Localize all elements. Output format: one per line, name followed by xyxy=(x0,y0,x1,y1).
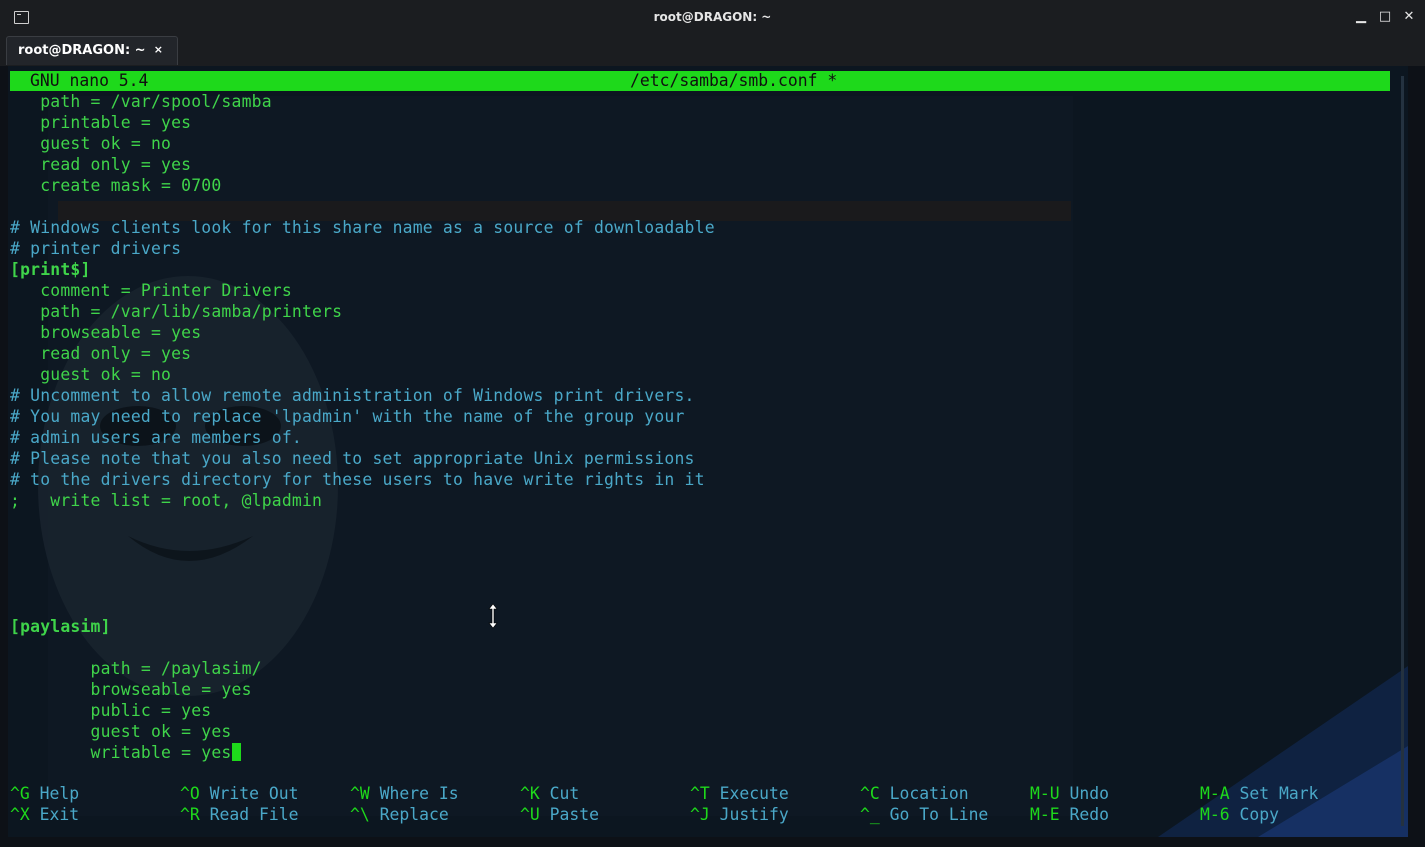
shortcut-key: ^_ xyxy=(860,805,880,824)
maximize-button[interactable]: □ xyxy=(1376,8,1394,26)
tab-strip: root@DRAGON: ~ × xyxy=(0,36,1425,66)
shortcut-set-mark[interactable]: M-A Set Mark xyxy=(1200,783,1318,804)
terminal-viewport[interactable]: GNU nano 5.4 /etc/samba/smb.conf * path … xyxy=(8,66,1408,837)
shortcut-where-is[interactable]: ^W Where Is xyxy=(350,783,459,804)
shortcut-label: Set Mark xyxy=(1239,784,1319,803)
shortcut-label: Justify xyxy=(719,805,789,824)
shortcut-label: Paste xyxy=(549,805,599,824)
shortcut-label: Write Out xyxy=(209,784,299,803)
shortcut-key: ^T xyxy=(690,784,710,803)
shortcut-label: Undo xyxy=(1069,784,1109,803)
nano-version: GNU nano 5.4 xyxy=(30,71,149,90)
editor-line[interactable]: guest ok = yes xyxy=(10,721,232,742)
shortcut-label: Read File xyxy=(209,805,299,824)
editor-line[interactable]: ; write list = root, @lpadmin xyxy=(10,490,322,511)
shortcut-key: ^W xyxy=(350,784,370,803)
shortcut-key: M-6 xyxy=(1200,805,1230,824)
shortcut-copy[interactable]: M-6 Copy xyxy=(1200,804,1279,825)
shortcut-key: ^X xyxy=(10,805,30,824)
shortcut-location[interactable]: ^C Location xyxy=(860,783,969,804)
close-window-button[interactable]: ✕ xyxy=(1400,8,1418,26)
editor-line[interactable]: guest ok = no xyxy=(10,364,171,385)
shortcut-label: Help xyxy=(39,784,80,803)
shortcut-key: M-U xyxy=(1030,784,1060,803)
editor-line[interactable]: browseable = yes xyxy=(10,679,252,700)
shortcut-read-file[interactable]: ^R Read File xyxy=(180,804,298,825)
tab-root-dragon[interactable]: root@DRAGON: ~ × xyxy=(6,36,178,65)
editor-line[interactable]: # You may need to replace 'lpadmin' with… xyxy=(10,406,685,427)
editor-line[interactable]: read only = yes xyxy=(10,154,191,175)
window-title: root@DRAGON: ~ xyxy=(653,10,772,24)
shortcut-paste[interactable]: ^U Paste xyxy=(520,804,599,825)
editor-line[interactable]: comment = Printer Drivers xyxy=(10,280,292,301)
shortcut-cut[interactable]: ^K Cut xyxy=(520,783,579,804)
editor-line[interactable]: path = /var/spool/samba xyxy=(10,91,272,112)
editor-line[interactable]: [paylasim] xyxy=(10,616,111,637)
shortcut-key: ^\ xyxy=(350,805,370,824)
editor-line[interactable]: # to the drivers directory for these use… xyxy=(10,469,705,490)
window-titlebar: root@DRAGON: ~ ▁ □ ✕ xyxy=(0,0,1425,36)
shortcut-label: Copy xyxy=(1239,805,1279,824)
vertical-resize-cursor-icon xyxy=(488,603,498,629)
editor-line[interactable]: create mask = 0700 xyxy=(10,175,221,196)
shortcut-key: ^C xyxy=(860,784,880,803)
shortcut-label: Cut xyxy=(549,784,580,803)
editor-line[interactable]: # Please note that you also need to set … xyxy=(10,448,695,469)
shortcut-label: Go To Line xyxy=(889,805,989,824)
editor-line[interactable]: guest ok = no xyxy=(10,133,171,154)
shortcut-label: Exit xyxy=(39,805,80,824)
editor-line[interactable]: # printer drivers xyxy=(10,238,181,259)
shortcut-key: ^G xyxy=(10,784,30,803)
shortcut-label: Location xyxy=(889,784,969,803)
editor-line[interactable]: path = /var/lib/samba/printers xyxy=(10,301,342,322)
shortcut-key: ^J xyxy=(690,805,710,824)
text-cursor xyxy=(231,743,241,761)
shortcut-go-to-line[interactable]: ^_ Go To Line xyxy=(860,804,988,825)
tab-close-icon[interactable]: × xyxy=(154,43,163,56)
shortcut-label: Replace xyxy=(379,805,449,824)
shortcut-exit[interactable]: ^X Exit xyxy=(10,804,79,825)
shortcut-write-out[interactable]: ^O Write Out xyxy=(180,783,298,804)
shortcut-execute[interactable]: ^T Execute xyxy=(690,783,789,804)
editor-line[interactable]: public = yes xyxy=(10,700,212,721)
shortcut-key: ^R xyxy=(180,805,200,824)
shortcut-label: Execute xyxy=(719,784,789,803)
editor-line[interactable]: # Windows clients look for this share na… xyxy=(10,217,715,238)
shortcut-key: ^U xyxy=(520,805,540,824)
editor-line[interactable]: writable = yes xyxy=(10,742,241,763)
shortcut-help[interactable]: ^G Help xyxy=(10,783,79,804)
editor-line[interactable]: # admin users are members of. xyxy=(10,427,302,448)
editor-line[interactable]: path = /paylasim/ xyxy=(10,658,262,679)
shortcut-key: ^K xyxy=(520,784,540,803)
editor-line[interactable]: browseable = yes xyxy=(10,322,201,343)
editor-line[interactable]: [print$] xyxy=(10,259,91,280)
shortcut-redo[interactable]: M-E Redo xyxy=(1030,804,1109,825)
scrollbar[interactable] xyxy=(1401,76,1404,826)
editor-line[interactable]: # Uncomment to allow remote administrati… xyxy=(10,385,695,406)
tab-label: root@DRAGON: ~ xyxy=(18,43,146,58)
nano-filename: /etc/samba/smb.conf * xyxy=(630,71,838,90)
shortcut-key: M-A xyxy=(1200,784,1230,803)
editor-line[interactable]: read only = yes xyxy=(10,343,191,364)
shortcut-replace[interactable]: ^\ Replace xyxy=(350,804,449,825)
shortcut-label: Where Is xyxy=(379,784,459,803)
shortcut-label: Redo xyxy=(1069,805,1109,824)
shortcut-undo[interactable]: M-U Undo xyxy=(1030,783,1109,804)
minimize-button[interactable]: ▁ xyxy=(1352,8,1370,26)
shortcut-key: ^O xyxy=(180,784,200,803)
shortcut-key: M-E xyxy=(1030,805,1060,824)
editor-line[interactable]: printable = yes xyxy=(10,112,191,133)
shortcut-justify[interactable]: ^J Justify xyxy=(690,804,789,825)
